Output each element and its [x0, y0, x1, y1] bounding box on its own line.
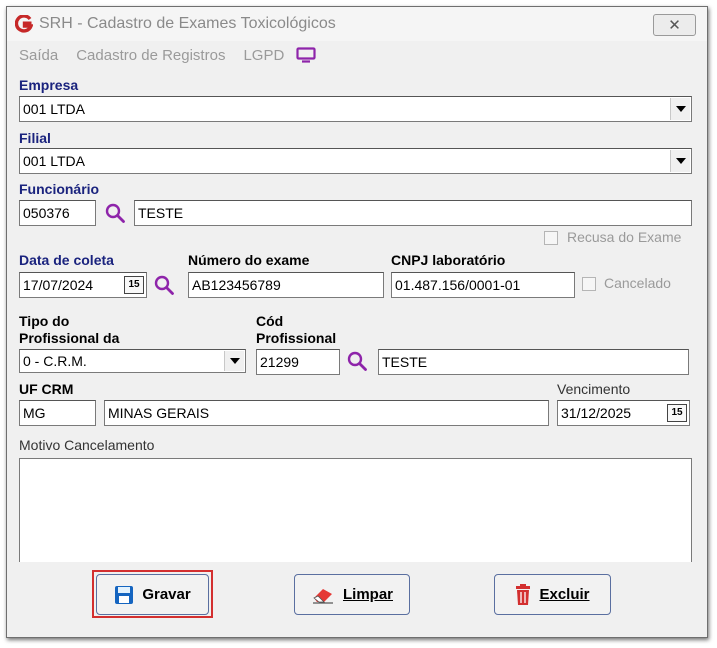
funcionario-name-value: TESTE	[138, 205, 184, 221]
data-coleta-input[interactable]: 17/07/2024 15	[19, 272, 147, 298]
limpar-text: Limpar	[342, 586, 393, 603]
empresa-value: 001 LTDA	[23, 101, 85, 117]
profissional-name-input[interactable]: TESTE	[378, 349, 689, 375]
cnpj-input[interactable]: 01.487.156/0001-01	[391, 272, 575, 298]
recusa-exame-label: Recusa do Exame	[567, 229, 682, 245]
filial-dropdown-arrow-icon[interactable]	[670, 150, 690, 172]
tipo-profissional-select[interactable]: 0 - C.R.M.	[19, 349, 246, 373]
limpar-button[interactable]: Limpar	[294, 574, 410, 615]
monitor-icon[interactable]	[296, 47, 316, 63]
excluir-label: Excluir	[539, 586, 589, 603]
title-bar: SRH - Cadastro de Exames Toxicológicos ✕	[7, 7, 707, 41]
calendar-day-label: 15	[128, 279, 140, 290]
trash-icon	[516, 583, 531, 605]
recusa-exame-checkbox[interactable]	[544, 231, 558, 245]
menu-lgpd-label: LGPD	[243, 46, 285, 64]
tipo-profissional-label-line1: Tipo do	[19, 313, 70, 329]
tipo-profissional-label-line2: Profissional da	[19, 330, 120, 346]
excluir-button[interactable]: Excluir	[494, 574, 611, 615]
cancelado-label: Cancelado	[604, 275, 671, 291]
estado-value: MINAS GERAIS	[108, 405, 210, 421]
estado-input[interactable]: MINAS GERAIS	[104, 400, 549, 426]
filial-select[interactable]: 001 LTDA	[19, 148, 692, 174]
funcionario-code-input[interactable]: 050376	[19, 200, 96, 226]
vencimento-input[interactable]: 31/12/2025 15	[557, 400, 690, 426]
numero-exame-value: AB123456789	[192, 277, 281, 293]
menu-bar: Saída Cadastro de Registros LGPD	[19, 45, 316, 65]
menu-saida[interactable]: Saída	[19, 47, 58, 64]
gravar-label: Gravar	[142, 586, 191, 603]
menu-cadastro-registros[interactable]: Cadastro de Registros	[76, 47, 225, 64]
data-coleta-search-icon[interactable]	[153, 274, 175, 296]
filial-value: 001 LTDA	[23, 153, 85, 169]
vencimento-label: Vencimento	[557, 381, 631, 397]
funcionario-label: Funcionário	[19, 181, 100, 197]
srh-logo-icon	[15, 15, 33, 33]
data-coleta-label: Data de coleta	[19, 252, 114, 268]
vencimento-value: 31/12/2025	[561, 405, 632, 421]
empresa-dropdown-arrow-icon[interactable]	[670, 98, 690, 120]
tipo-profissional-value: 0 - C.R.M.	[23, 353, 87, 369]
funcionario-search-icon[interactable]	[104, 202, 126, 224]
save-disk-icon	[115, 585, 134, 604]
cod-profissional-label-line2: Profissional	[256, 330, 337, 346]
uf-crm-label: UF CRM	[19, 381, 74, 397]
uf-crm-input[interactable]: MG	[19, 400, 96, 426]
menu-cadastro-label: Cadastro de Registros	[76, 46, 226, 64]
empresa-select[interactable]: 001 LTDA	[19, 96, 692, 122]
menu-saida-label: Saída	[19, 46, 59, 64]
window-title: SRH - Cadastro de Exames Toxicológicos	[39, 15, 336, 32]
cod-profissional-input[interactable]: 21299	[256, 349, 340, 375]
gravar-button[interactable]: Gravar	[96, 574, 209, 615]
data-coleta-calendar-icon[interactable]: 15	[124, 276, 144, 294]
close-button[interactable]: ✕	[653, 14, 696, 36]
cancelado-checkbox[interactable]	[582, 277, 596, 291]
numero-exame-input[interactable]: AB123456789	[188, 272, 384, 298]
data-coleta-value: 17/07/2024	[23, 277, 94, 293]
uf-crm-value: MG	[23, 405, 46, 421]
funcionario-name-input[interactable]: TESTE	[134, 200, 692, 226]
cnpj-value: 01.487.156/0001-01	[395, 277, 521, 293]
vencimento-calendar-icon[interactable]: 15	[667, 404, 687, 422]
close-icon: ✕	[668, 17, 681, 34]
profissional-name-value: TESTE	[382, 354, 428, 370]
limpar-label: Limpar	[343, 586, 393, 603]
calendar-day-label: 15	[671, 407, 683, 418]
menu-lgpd[interactable]: LGPD	[243, 47, 284, 64]
profissional-search-icon[interactable]	[346, 350, 368, 372]
cnpj-label: CNPJ laboratório	[391, 252, 506, 268]
cod-profissional-value: 21299	[260, 354, 299, 370]
eraser-icon	[312, 588, 333, 603]
funcionario-code-value: 050376	[23, 205, 70, 221]
filial-label: Filial	[19, 130, 51, 146]
excluir-text: Excluir	[539, 586, 590, 603]
tipo-profissional-dropdown-arrow-icon[interactable]	[224, 351, 244, 371]
numero-exame-label: Número do exame	[188, 252, 310, 268]
cod-profissional-label-line1: Cód	[256, 313, 284, 329]
app-window: SRH - Cadastro de Exames Toxicológicos ✕…	[6, 6, 708, 638]
motivo-cancelamento-textarea[interactable]	[19, 458, 692, 562]
motivo-cancelamento-label: Motivo Cancelamento	[19, 437, 155, 453]
empresa-label: Empresa	[19, 77, 79, 93]
